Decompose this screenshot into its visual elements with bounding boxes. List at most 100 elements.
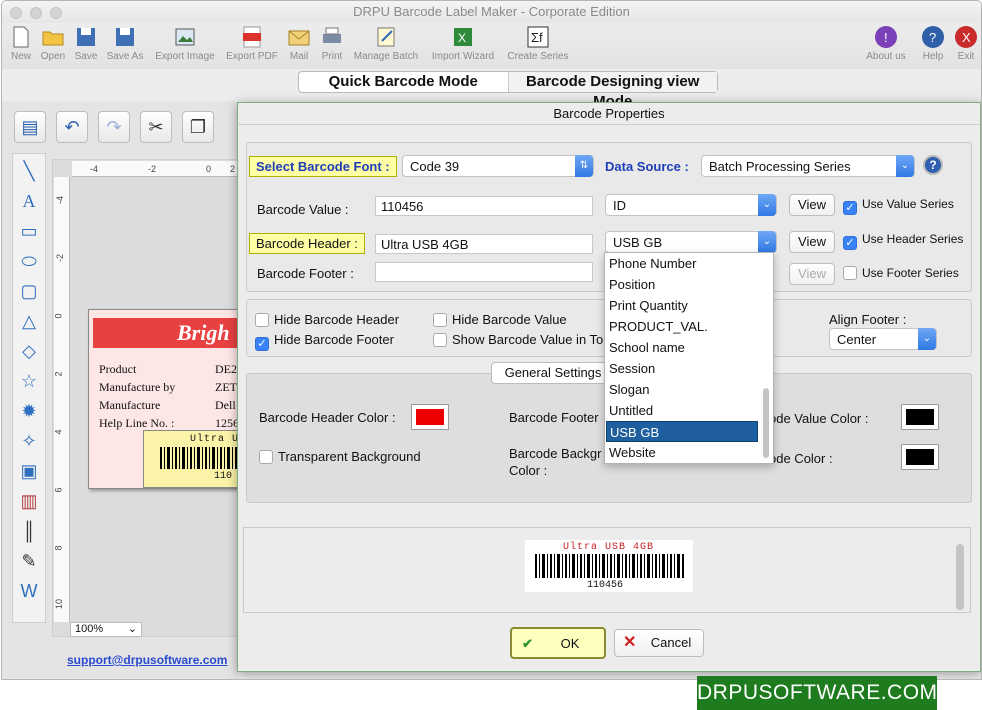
redo-icon[interactable]: ↷ [98,111,130,143]
value-series-select[interactable]: ID ⌄ [605,194,777,216]
about-us-button[interactable]: ! About us [862,25,910,62]
text-tool-icon[interactable]: A [16,188,42,214]
hide-footer-checkbox[interactable]: ✓ Hide Barcode Footer [255,332,394,351]
tab-general-settings[interactable]: General Settings [491,362,615,384]
data-source-select[interactable]: Batch Processing Series ⌄ [701,155,915,177]
help-button[interactable]: ? Help [918,25,948,62]
preview-header-text: Ultra USB 4GB [563,542,655,553]
barcode-value-input[interactable]: 110456 [375,196,593,216]
mail-button[interactable]: Mail [286,25,312,62]
dropdown-scrollbar[interactable] [763,388,769,458]
label-preview-card[interactable]: Brigh Product DE2 Manufacture by ZET Man… [88,309,238,489]
dropdown-item[interactable]: Untitled [606,400,758,421]
dropdown-item-selected[interactable]: USB GB [606,421,758,442]
pdf-icon [243,26,261,48]
save-as-icon [116,28,134,46]
value-color-label: ode Value Color : [769,411,869,426]
mail-icon [288,30,310,46]
star-tool-icon[interactable]: ☆ [16,368,42,394]
cut-icon[interactable]: ✂ [140,111,172,143]
signature-tool-icon[interactable]: ✎ [16,548,42,574]
title-bar: DRPU Barcode Label Maker - Corporate Edi… [2,1,981,23]
rounded-rect-tool-icon[interactable]: ▢ [16,278,42,304]
close-window-icon[interactable] [10,7,22,19]
properties-icon[interactable]: ▤ [14,111,46,143]
barcode-header-input[interactable]: Ultra USB 4GB [375,234,593,254]
view-value-button[interactable]: View [789,194,835,216]
dropdown-item[interactable]: Position [606,274,758,295]
sigma-series-icon: Σf [527,26,549,48]
manage-batch-button[interactable]: Manage Batch [350,25,422,62]
hide-header-checkbox[interactable]: Hide Barcode Header [255,312,399,327]
star4-tool-icon[interactable]: ✧ [16,428,42,454]
view-header-button[interactable]: View [789,231,835,253]
header-series-select[interactable]: USB GB ⌄ [605,231,777,253]
use-header-series-checkbox[interactable]: ✓ Use Header Series [843,232,963,250]
chevron-down-icon: ⌄ [758,194,776,216]
library-tool-icon[interactable]: ▥ [16,488,42,514]
new-button[interactable]: New [6,25,36,62]
use-value-series-checkbox[interactable]: ✓ Use Value Series [843,197,954,215]
preview-value-text: 110456 [587,580,624,591]
ok-button[interactable]: ✔ OK [510,627,606,659]
triangle-tool-icon[interactable]: △ [16,308,42,334]
barcode-value-label: Barcode Value : [257,202,349,217]
barcode-preview: Ultra USB 4GB 110456 [525,540,693,592]
help-round-button[interactable]: ? [923,155,943,175]
zoom-window-icon[interactable] [50,7,62,19]
show-value-in-top-checkbox[interactable]: Show Barcode Value in To [433,332,603,347]
header-color-swatch[interactable] [411,404,449,430]
mode-switcher: Quick Barcode Mode Barcode Designing vie… [298,71,718,110]
copy-icon[interactable]: ❐ [182,111,214,143]
open-button[interactable]: Open [38,25,68,62]
minimize-window-icon[interactable] [30,7,42,19]
undo-icon[interactable]: ↶ [56,111,88,143]
data-source-label: Data Source : [605,159,689,174]
picture-tool-icon[interactable]: ▣ [16,458,42,484]
dropdown-item[interactable]: Website [606,442,758,463]
print-button[interactable]: Print [318,25,346,62]
barcode-font-select[interactable]: Code 39 ⇅ [402,155,594,177]
ellipse-tool-icon[interactable]: ⬭ [16,248,42,274]
preview-scrollbar[interactable] [956,544,964,610]
export-image-button[interactable]: Export Image [152,25,218,62]
export-pdf-button[interactable]: Export PDF [224,25,280,62]
barcode-footer-input[interactable] [375,262,593,282]
dialog-title: Barcode Properties [238,103,980,125]
use-footer-series-checkbox[interactable]: Use Footer Series [843,266,959,280]
chevron-down-icon: ⌄ [758,231,776,253]
line-tool-icon[interactable]: ╲ [16,158,42,184]
chevron-down-icon: ⌄ [896,155,914,177]
hide-value-checkbox[interactable]: Hide Barcode Value [433,312,567,327]
zoom-select[interactable]: 100% ⌄ [70,622,142,637]
dropdown-item[interactable]: Slogan [606,379,758,400]
burst-tool-icon[interactable]: ✹ [16,398,42,424]
diamond-tool-icon[interactable]: ◇ [16,338,42,364]
cancel-button[interactable]: ✕ Cancel [614,629,704,657]
drawing-tools: ╲ A ▭ ⬭ ▢ △ ◇ ☆ ✹ ✧ ▣ ▥ ║ ✎ W [12,153,46,623]
save-button[interactable]: Save [72,25,100,62]
label-barcode-object[interactable]: Ultra U 110 [143,430,237,488]
value-color-swatch[interactable] [901,404,939,430]
dropdown-item[interactable]: Session [606,358,758,379]
create-series-button[interactable]: Σf Create Series [504,25,572,62]
support-link[interactable]: support@drpusoftware.com [67,653,227,667]
dropdown-item[interactable]: Print Quantity [606,295,758,316]
transparent-background-checkbox[interactable]: Transparent Background [259,449,421,464]
dropdown-item[interactable]: School name [606,337,758,358]
help-icon: ? [922,26,944,48]
rectangle-tool-icon[interactable]: ▭ [16,218,42,244]
tab-quick-barcode-mode[interactable]: Quick Barcode Mode [299,72,508,92]
chevron-down-icon: ⌄ [918,328,936,350]
barcode-tool-icon[interactable]: ║ [16,518,42,544]
exit-button[interactable]: X Exit [952,25,980,62]
save-as-button[interactable]: Save As [104,25,146,62]
watermark-tool-icon[interactable]: W [16,578,42,604]
bar-color-swatch[interactable] [901,444,939,470]
tab-barcode-designing-mode[interactable]: Barcode Designing view Mode [507,72,717,110]
dropdown-item[interactable]: Phone Number [606,253,758,274]
import-wizard-button[interactable]: X Import Wizard [428,25,498,62]
align-footer-select[interactable]: Center ⌄ [829,328,937,350]
view-footer-button[interactable]: View [789,263,835,285]
dropdown-item[interactable]: PRODUCT_VAL. [606,316,758,337]
